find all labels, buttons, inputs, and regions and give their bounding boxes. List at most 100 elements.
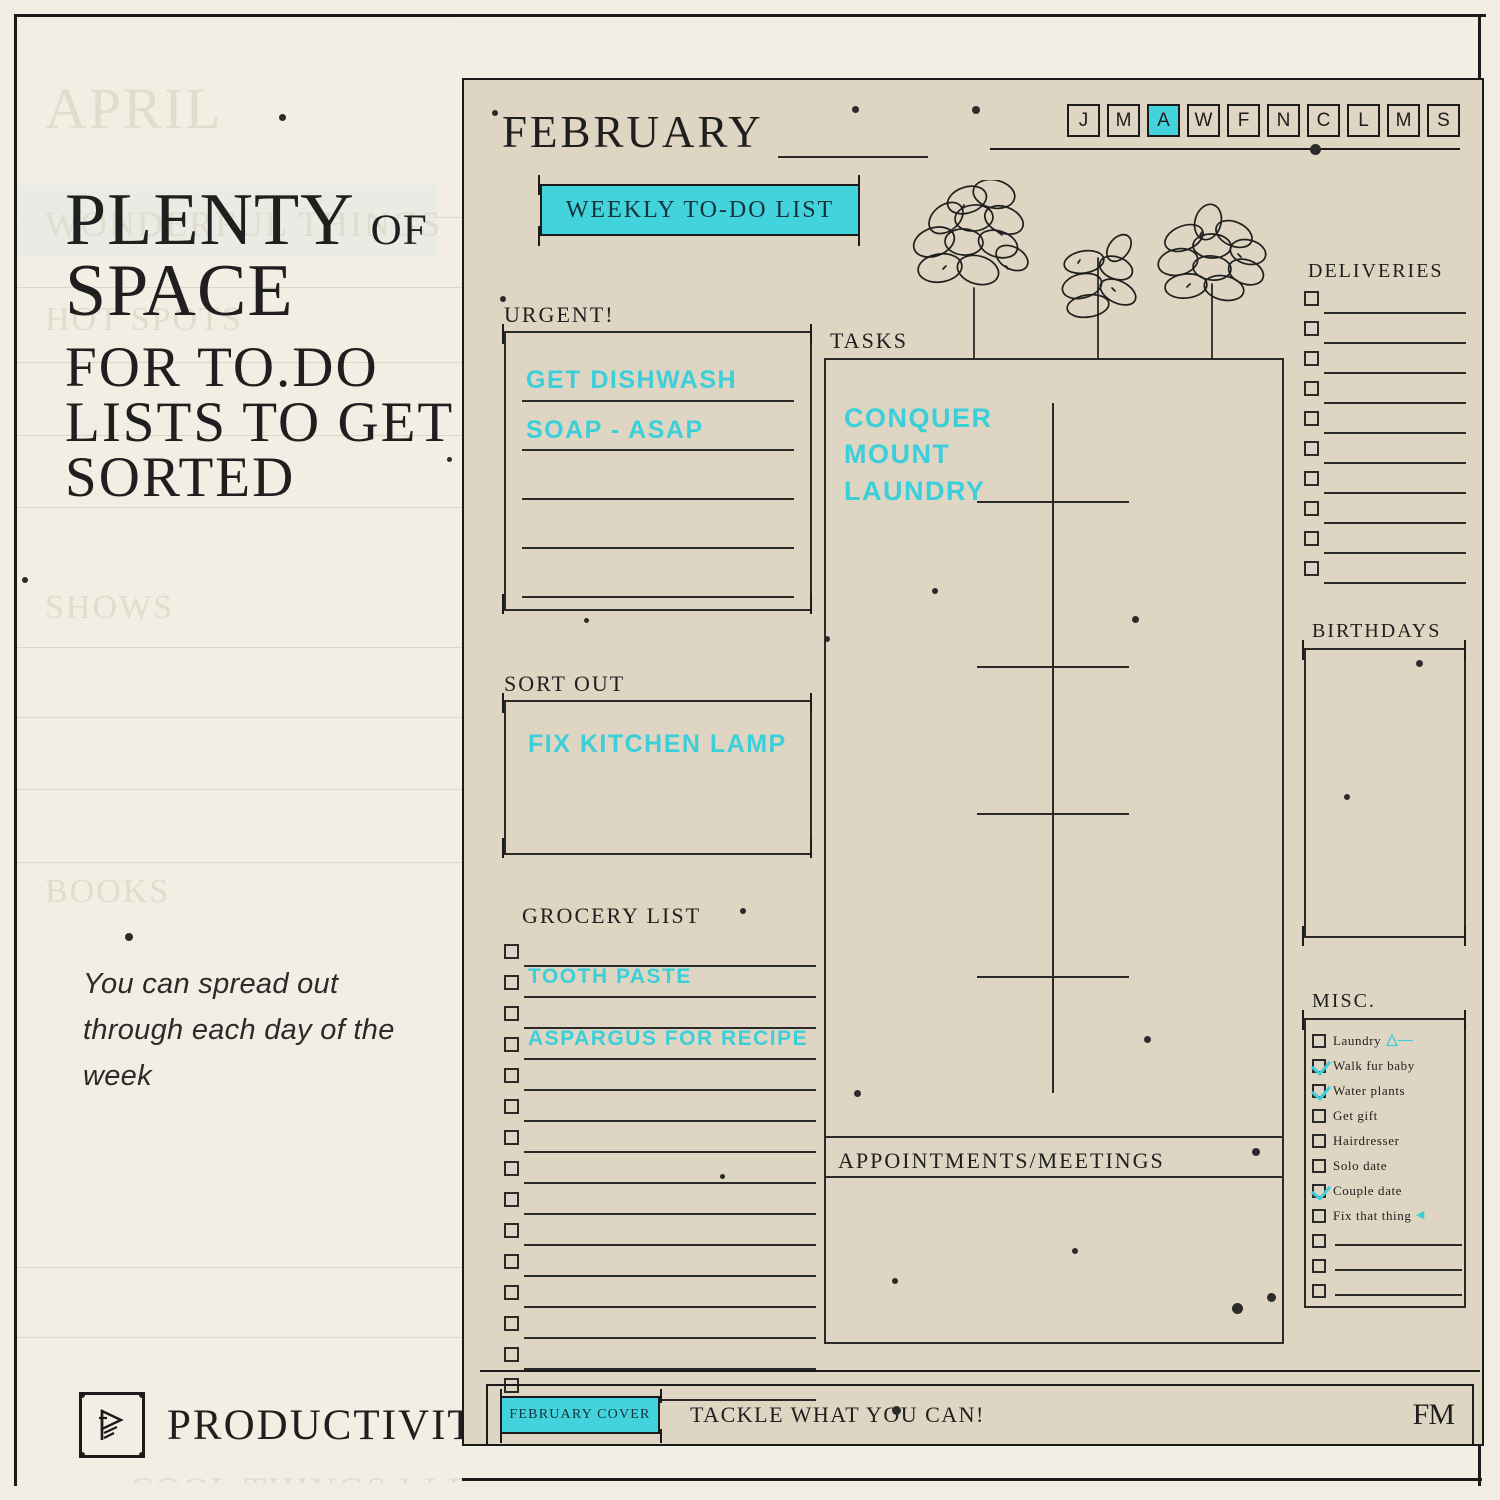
misc-checkbox[interactable]: [1312, 1158, 1326, 1173]
month-tab-3[interactable]: W: [1187, 104, 1220, 137]
delivery-checkbox[interactable]: [1304, 291, 1319, 306]
misc-label: Water plants: [1333, 1082, 1406, 1098]
deliveries-list[interactable]: [1304, 288, 1466, 588]
delivery-checkbox[interactable]: [1304, 561, 1319, 576]
grocery-checkbox[interactable]: [504, 975, 519, 990]
month-tab-2[interactable]: A: [1147, 104, 1180, 137]
headline-line-1: PLENTY: [65, 179, 355, 261]
grocery-checkbox[interactable]: [504, 1347, 519, 1362]
grocery-checkbox[interactable]: [504, 1068, 519, 1083]
grocery-checkbox[interactable]: [504, 1130, 519, 1145]
grocery-checkbox[interactable]: [504, 1099, 519, 1114]
grocery-row: [504, 1157, 816, 1188]
misc-blank-line: [1335, 1293, 1462, 1296]
misc-caption: MISC.: [1312, 990, 1376, 1012]
month-tab-8-label: M: [1395, 109, 1412, 131]
misc-checkbox[interactable]: [1312, 1283, 1326, 1298]
grocery-checkbox[interactable]: [504, 1254, 519, 1269]
month-tab-4[interactable]: F: [1227, 104, 1260, 137]
month-tab-6[interactable]: C: [1307, 104, 1340, 137]
misc-row: Walk fur baby: [1312, 1053, 1462, 1078]
month-tab-8[interactable]: M: [1387, 104, 1420, 137]
grocery-checkbox[interactable]: [504, 1006, 519, 1021]
deliveries-row: [1304, 318, 1466, 348]
month-tab-5[interactable]: N: [1267, 104, 1300, 137]
delivery-checkbox[interactable]: [1304, 471, 1319, 486]
headline-line-4: FOR TO.DO: [65, 336, 379, 400]
month-tab-3-label: W: [1194, 109, 1213, 131]
headline-line-2: OF: [370, 207, 428, 254]
month-tab-9[interactable]: S: [1427, 104, 1460, 137]
grocery-checkbox[interactable]: [504, 1037, 519, 1052]
grocery-checkbox[interactable]: [504, 1285, 519, 1300]
deliveries-row: [1304, 348, 1466, 378]
month-tab-1[interactable]: M: [1107, 104, 1140, 137]
month-tab-4-label: F: [1237, 109, 1250, 131]
plants-illustration: [912, 178, 1272, 370]
headline-line-5: LISTS TO GET: [65, 390, 455, 454]
delivery-checkbox[interactable]: [1304, 531, 1319, 546]
misc-label: Solo date: [1333, 1157, 1388, 1173]
delivery-checkbox[interactable]: [1304, 351, 1319, 366]
grocery-checkbox[interactable]: [504, 1223, 519, 1238]
grocery-checkbox[interactable]: [504, 1161, 519, 1176]
month-tab-strip[interactable]: J M A W F N C L M S: [1067, 104, 1460, 137]
february-cover-button[interactable]: FEBRUARY COVER: [500, 1389, 662, 1443]
misc-checkbox[interactable]: [1312, 1033, 1326, 1048]
deliveries-caption: DELIVERIES: [1308, 260, 1444, 282]
delivery-checkbox[interactable]: [1304, 381, 1319, 396]
delivery-checkbox[interactable]: [1304, 321, 1319, 336]
deliveries-row: [1304, 468, 1466, 498]
misc-checkbox[interactable]: [1312, 1058, 1326, 1073]
month-tab-7[interactable]: L: [1347, 104, 1380, 137]
misc-row: [1312, 1278, 1462, 1303]
ghost-text-cool-things: COOL THINGS I LEARNED: [129, 1469, 462, 1483]
grocery-list[interactable]: [504, 940, 816, 1405]
tasks-divider-cross-2: [977, 666, 1129, 668]
grocery-row: [504, 1095, 816, 1126]
cover-button-label: FEBRUARY COVER: [509, 1407, 651, 1422]
misc-checkbox[interactable]: [1312, 1133, 1326, 1148]
misc-checkbox[interactable]: [1312, 1208, 1326, 1223]
month-tab-1-label: M: [1115, 109, 1132, 131]
month-tab-0[interactable]: J: [1067, 104, 1100, 137]
misc-label: Laundry: [1333, 1032, 1382, 1048]
delivery-checkbox[interactable]: [1304, 441, 1319, 456]
play-flag-icon: [79, 1392, 145, 1458]
delivery-checkbox[interactable]: [1304, 501, 1319, 516]
misc-list[interactable]: Laundry △— Walk fur baby Water plants Ge…: [1312, 1028, 1462, 1303]
banner-label: WEEKLY TO-DO LIST: [565, 196, 835, 223]
promo-subcopy: You can spread out through each day of t…: [83, 968, 395, 1092]
grocery-checkbox[interactable]: [504, 1316, 519, 1331]
misc-blank-line: [1335, 1243, 1462, 1246]
tasks-divider-cross-4: [977, 976, 1129, 978]
deliveries-row: [1304, 528, 1466, 558]
headline-line-3: SPACE: [65, 250, 294, 333]
misc-checkbox[interactable]: [1312, 1233, 1326, 1248]
month-tab-5-label: N: [1276, 109, 1291, 131]
sort-out-box[interactable]: [504, 700, 812, 855]
grocery-row: [504, 1064, 816, 1095]
misc-checkbox[interactable]: [1312, 1083, 1326, 1098]
misc-checkbox[interactable]: [1312, 1108, 1326, 1123]
misc-checkbox[interactable]: [1312, 1183, 1326, 1198]
tasks-caption: TASKS: [830, 328, 908, 353]
urgent-line-2: SOAP - ASAP: [526, 416, 704, 444]
deliveries-row: [1304, 498, 1466, 528]
misc-row: [1312, 1253, 1462, 1278]
month-blank-field[interactable]: [777, 122, 928, 158]
deliveries-row: [1304, 288, 1466, 318]
misc-row: Hairdresser: [1312, 1128, 1462, 1153]
grocery-checkbox[interactable]: [504, 1192, 519, 1207]
urgent-caption: URGENT!: [504, 302, 615, 327]
grocery-checkbox[interactable]: [504, 944, 519, 959]
misc-row: Water plants: [1312, 1078, 1462, 1103]
misc-row: Laundry △—: [1312, 1028, 1462, 1053]
appointments-caption: APPOINTMENTS/MEETINGS: [838, 1148, 1165, 1173]
grocery-row: [504, 1281, 816, 1312]
delivery-checkbox[interactable]: [1304, 411, 1319, 426]
tasks-divider-cross-3: [977, 813, 1129, 815]
birthdays-box[interactable]: [1304, 648, 1466, 938]
tasks-entry-text: CONQUER MOUNT LAUNDRY: [844, 403, 993, 506]
misc-checkbox[interactable]: [1312, 1258, 1326, 1273]
